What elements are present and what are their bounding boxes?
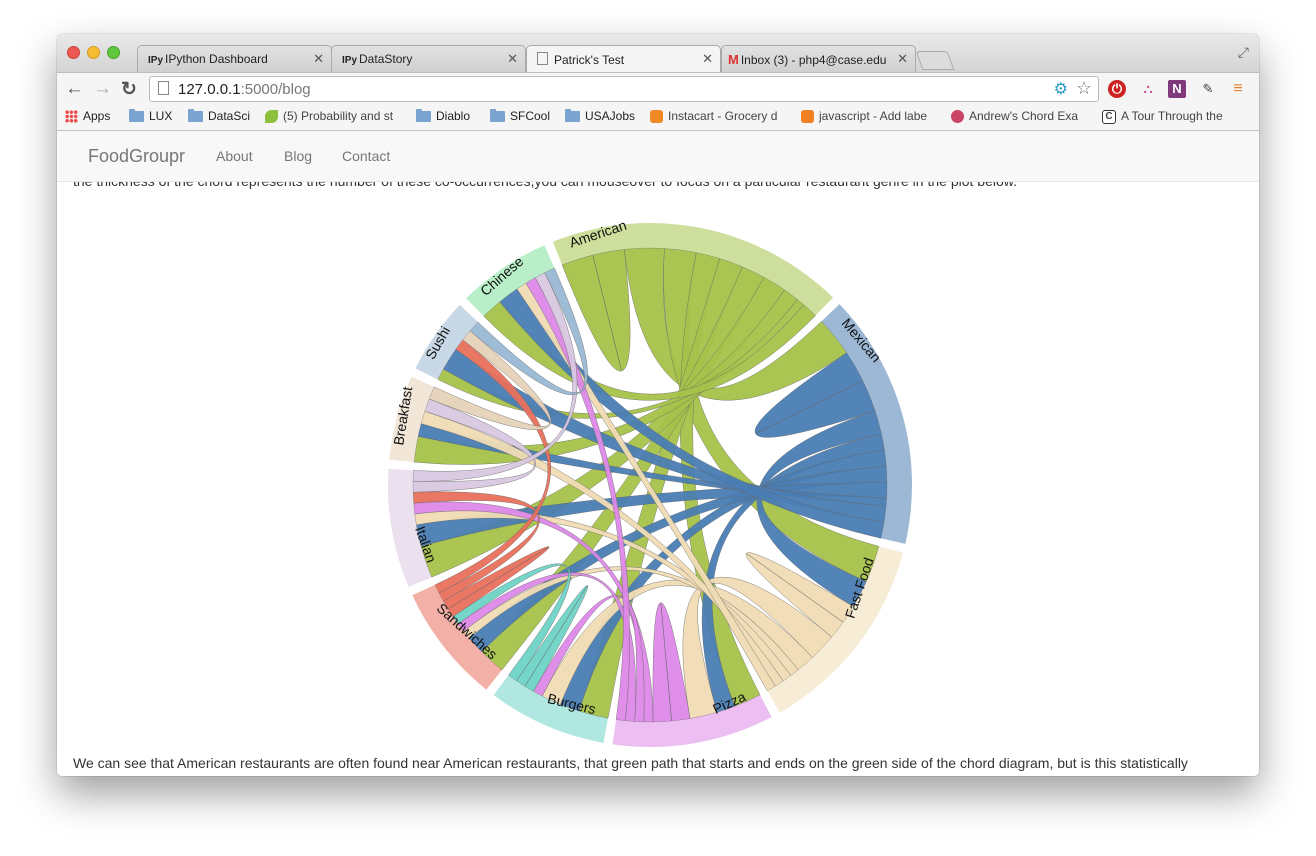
address-bar[interactable]: 127.0.0.1:5000/blog ⚙ ☆ — [149, 76, 1099, 102]
folder-icon — [565, 109, 580, 123]
window-zoom-button[interactable] — [107, 46, 120, 59]
extension-icon[interactable]: ⛬ — [1139, 80, 1157, 98]
chord-diagram[interactable]: AmericanMexicanFast FoodPizzaBurgersSand… — [57, 131, 1259, 776]
site-brand[interactable]: FoodGroupr — [88, 146, 185, 167]
onenote-icon[interactable]: N — [1168, 80, 1186, 98]
c-icon: C — [1102, 109, 1116, 124]
tab-close-icon[interactable]: ✕ — [702, 51, 713, 67]
tab-close-icon[interactable]: ✕ — [507, 51, 518, 67]
bookmark-lux[interactable]: LUX — [129, 109, 172, 123]
carrot-icon — [650, 110, 663, 124]
tab-close-icon[interactable]: ✕ — [897, 51, 908, 67]
bookmark-instacart[interactable]: Instacart - Grocery d — [650, 109, 777, 124]
body-paragraph: We can see that American restaurants are… — [73, 755, 1188, 771]
tab-inbox[interactable]: M Inbox (3) - php4@case.edu ✕ — [721, 45, 916, 72]
browser-toolbar: ← → ↻ 127.0.0.1:5000/blog ⚙ ☆ ⏻ ⛬ N ✎ ≡ — [57, 72, 1259, 107]
ipython-icon: IPy — [342, 55, 358, 66]
menu-icon[interactable]: ≡ — [1229, 80, 1247, 98]
bookmark-diablo[interactable]: Diablo — [416, 109, 470, 123]
site-navbar: FoodGroupr About Blog Contact — [57, 131, 1259, 182]
folder-icon — [490, 109, 505, 123]
nav-about[interactable]: About — [216, 148, 253, 164]
nav-blog[interactable]: Blog — [284, 148, 312, 164]
page-content: FoodGroupr About Blog Contact the thickn… — [57, 131, 1259, 776]
bookmark-javascript[interactable]: javascript - Add labe — [801, 109, 927, 124]
window-close-button[interactable] — [67, 46, 80, 59]
tab-label: IPython Dashboard — [165, 52, 268, 66]
page-icon — [158, 81, 169, 95]
bookmark-apps[interactable]: Apps — [65, 109, 110, 124]
tab-datastory[interactable]: IPy DataStory ✕ — [331, 45, 526, 72]
globe-icon — [951, 110, 964, 124]
tab-label: Inbox (3) - php4@case.edu — [740, 53, 887, 67]
stack-icon — [801, 110, 814, 124]
bookmark-tour[interactable]: CA Tour Through the — [1102, 109, 1223, 124]
leaf-icon — [265, 110, 278, 124]
folder-icon — [129, 109, 144, 123]
forward-arrow-icon[interactable]: → — [93, 78, 112, 100]
network-extension-icon[interactable]: ⚙ — [1054, 79, 1068, 99]
gmail-icon: M — [728, 52, 739, 67]
ipython-icon: IPy — [148, 55, 164, 66]
url-text: 127.0.0.1:5000/blog — [178, 81, 311, 98]
bookmark-datasci[interactable]: DataSci — [188, 109, 250, 123]
bookmark-probability[interactable]: (5) Probability and st — [265, 109, 393, 124]
tab-patricks-test[interactable]: Patrick's Test ✕ — [526, 45, 721, 72]
tab-strip: IPy IPython Dashboard ✕ IPy DataStory ✕ Pa… — [57, 34, 1259, 72]
window-minimize-button[interactable] — [87, 46, 100, 59]
bookmark-usajobs[interactable]: USAJobs — [565, 109, 635, 123]
page-icon — [537, 52, 548, 65]
adblock-icon[interactable]: ⏻ — [1108, 80, 1126, 98]
evernote-icon[interactable]: ✎ — [1199, 80, 1217, 98]
back-arrow-icon[interactable]: ← — [65, 78, 84, 100]
nav-contact[interactable]: Contact — [342, 148, 390, 164]
folder-icon — [416, 109, 431, 123]
bookmark-sfcool[interactable]: SFCool — [490, 109, 550, 123]
bookmark-star-icon[interactable]: ☆ — [1076, 78, 1092, 99]
apps-icon — [65, 110, 78, 124]
tab-label: Patrick's Test — [554, 53, 625, 67]
new-tab-button[interactable] — [915, 51, 955, 70]
tab-ipython-dashboard[interactable]: IPy IPython Dashboard ✕ — [137, 45, 332, 72]
fullscreen-icon[interactable]: ⤢ — [1238, 44, 1249, 61]
folder-icon — [188, 109, 203, 123]
tab-close-icon[interactable]: ✕ — [313, 51, 324, 67]
browser-window: IPy IPython Dashboard ✕ IPy DataStory ✕ Pa… — [57, 34, 1259, 776]
tab-label: DataStory — [359, 52, 413, 66]
bookmark-chord-example[interactable]: Andrew's Chord Exa — [951, 109, 1078, 124]
bookmarks-bar: Apps LUX DataSci (5) Probability and st … — [57, 106, 1259, 131]
reload-icon[interactable]: ↻ — [121, 78, 137, 101]
